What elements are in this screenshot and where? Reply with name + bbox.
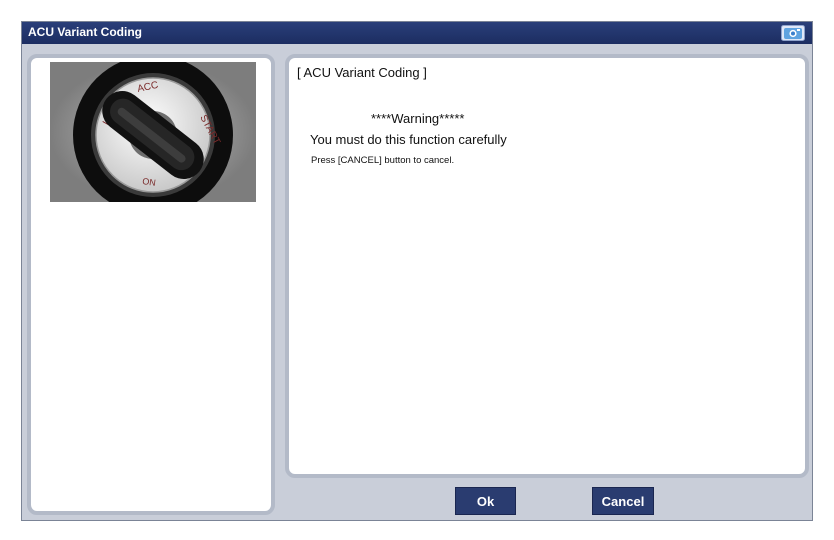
cancel-button[interactable]: Cancel <box>592 487 654 515</box>
acu-variant-coding-window: ACU Variant Coding ACC START ON [ACU Va… <box>21 21 813 521</box>
window-title: ACU Variant Coding <box>28 25 143 39</box>
instruction-text: You must do this function carefully <box>310 132 507 147</box>
panel-heading: [ ACU Variant Coding ] <box>297 65 427 80</box>
warning-text: ****Warning***** <box>371 111 465 126</box>
message-panel: [ ACU Variant Coding ] ****Warning***** … <box>285 54 809 478</box>
ok-button[interactable]: Ok <box>455 487 516 515</box>
cancel-hint-text: Press [CANCEL] button to cancel. <box>311 155 455 166</box>
ignition-key-switch-image: LOCK ACC START ON <box>50 55 256 215</box>
svg-text:ON: ON <box>142 176 157 188</box>
camera-icon[interactable] <box>781 25 805 41</box>
title-bar: ACU Variant Coding <box>22 22 812 44</box>
image-panel: LOCK ACC START ON <box>27 54 275 515</box>
